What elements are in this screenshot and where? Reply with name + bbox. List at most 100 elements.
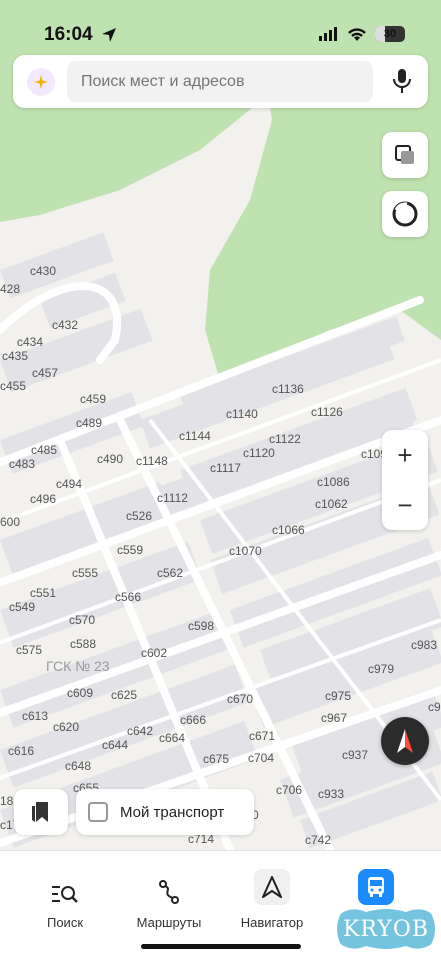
building-number-label: с979 xyxy=(368,662,395,676)
building-number-label: с644 xyxy=(102,738,129,752)
building-number-label: с526 xyxy=(126,509,153,523)
building-number-label: с434 xyxy=(17,335,44,349)
building-number-label: с455 xyxy=(0,379,27,393)
building-number-label: с664 xyxy=(159,731,186,745)
building-number-label: 18 xyxy=(0,794,14,808)
building-number-label: с566 xyxy=(115,590,142,604)
location-arrow-icon xyxy=(102,28,116,42)
my-transport-toggle[interactable]: Мой транспорт xyxy=(76,789,254,835)
building-number-label: с983 xyxy=(411,638,438,652)
status-bar: 16:04 30 xyxy=(0,0,441,48)
building-number-label: с1112 xyxy=(157,491,188,505)
building-number-label: с975 xyxy=(325,689,352,703)
building-number-label: с706 xyxy=(276,783,303,797)
building-number-label: 600 xyxy=(0,515,21,529)
building-number-label: с588 xyxy=(70,637,97,651)
building-number-label: с1140 xyxy=(226,407,258,421)
building-number-label: с742 xyxy=(305,833,332,847)
search-input[interactable] xyxy=(67,61,373,102)
tab-search-label: Поиск xyxy=(46,915,84,930)
building-number-label: с1070 xyxy=(229,544,262,558)
building-number-label: с675 xyxy=(203,752,230,766)
building-number-label: с485 xyxy=(31,443,58,457)
tab-routes-label: Маршруты xyxy=(136,915,202,930)
building-number-label: с1148 xyxy=(136,454,168,468)
building-number-label: с666 xyxy=(180,713,207,727)
circle-mode-icon xyxy=(392,201,418,227)
building-number-label: с435 xyxy=(2,349,29,363)
building-number-label: с1126 xyxy=(311,405,343,419)
building-number-label: с94 xyxy=(428,700,441,714)
building-number-label: с430 xyxy=(30,264,57,278)
area-label: ГСК № 23 xyxy=(46,658,110,674)
tab-navigator[interactable]: Навигатор xyxy=(222,851,322,931)
watermark-text: KRYOB xyxy=(342,916,430,942)
building-number-label: с483 xyxy=(9,457,36,471)
my-transport-checkbox[interactable] xyxy=(88,802,108,822)
microphone-icon[interactable] xyxy=(392,68,412,94)
zoom-control: + − xyxy=(382,430,428,530)
building-number-label: с562 xyxy=(157,566,184,580)
building-number-label: с559 xyxy=(117,543,144,557)
building-number-label: с570 xyxy=(69,613,96,627)
building-number-label: с704 xyxy=(248,751,275,765)
building-number-label: с616 xyxy=(8,744,35,758)
building-number-label: с671 xyxy=(249,729,276,743)
building-number-label: с489 xyxy=(76,416,103,430)
building-number-label: с642 xyxy=(127,724,154,738)
signal-icon xyxy=(319,27,337,41)
building-number-label: с457 xyxy=(32,366,59,380)
building-number-label: с1136 xyxy=(272,382,304,396)
my-transport-label: Мой транспорт xyxy=(120,803,225,821)
building-number-label: с549 xyxy=(9,600,36,614)
building-number-label: с459 xyxy=(80,392,107,406)
compass-button[interactable] xyxy=(381,717,429,765)
battery-indicator: 30 xyxy=(375,26,405,42)
bookmark-icon xyxy=(32,802,48,822)
tab-routes[interactable]: Маршруты xyxy=(119,851,219,931)
map-view[interactable]: ГСК № 23 с430 428 с432 с434 с435 с457 с455 с459… xyxy=(0,0,441,850)
watermark-badge: KRYOB xyxy=(332,905,440,953)
tab-navigator-label: Навигатор xyxy=(240,915,304,930)
building-number-label: с496 xyxy=(30,492,57,506)
compass-icon xyxy=(397,729,413,753)
bookmarks-button[interactable] xyxy=(14,789,68,835)
building-number-label: с1086 xyxy=(317,475,350,489)
layers-icon xyxy=(395,145,414,164)
building-number-label: с575 xyxy=(16,643,43,657)
building-number-label: с551 xyxy=(30,586,57,600)
building-number-label: с1062 xyxy=(315,497,348,511)
navigator-arrow-icon xyxy=(262,876,282,898)
building-number-label: с602 xyxy=(141,646,168,660)
building-number-label: с1117 xyxy=(210,461,241,475)
map-layers-button[interactable] xyxy=(382,132,428,178)
building-number-label: с494 xyxy=(56,477,83,491)
zoom-out-button[interactable]: − xyxy=(382,480,428,530)
building-number-label: с432 xyxy=(52,318,79,332)
building-number-label: с670 xyxy=(227,692,254,706)
home-indicator xyxy=(141,944,301,949)
building-number-label: с598 xyxy=(188,619,215,633)
building-number-label: с1144 xyxy=(179,429,211,443)
building-number-label: с648 xyxy=(65,759,92,773)
wifi-icon xyxy=(348,27,366,41)
building-number-label: с490 xyxy=(97,452,124,466)
alice-assistant-icon[interactable] xyxy=(27,68,55,96)
bus-icon xyxy=(368,877,384,897)
building-number-label: с937 xyxy=(342,748,369,762)
route-icon xyxy=(159,880,179,904)
building-number-label: с967 xyxy=(321,711,348,725)
map-mode-button[interactable] xyxy=(382,191,428,237)
building-number-label: с1122 xyxy=(269,432,301,446)
building-number-label: с1066 xyxy=(272,523,305,537)
zoom-in-button[interactable]: + xyxy=(382,430,428,480)
tab-search[interactable]: Поиск xyxy=(15,851,115,931)
clock: 16:04 xyxy=(44,24,93,45)
search-bar xyxy=(13,55,428,108)
building-number-label: с620 xyxy=(53,720,80,734)
building-number-label: с625 xyxy=(111,688,138,702)
building-number-label: с933 xyxy=(318,787,345,801)
building-number-label: с1120 xyxy=(243,446,275,460)
building-number-label: с609 xyxy=(67,686,94,700)
building-number-label: с613 xyxy=(22,709,49,723)
